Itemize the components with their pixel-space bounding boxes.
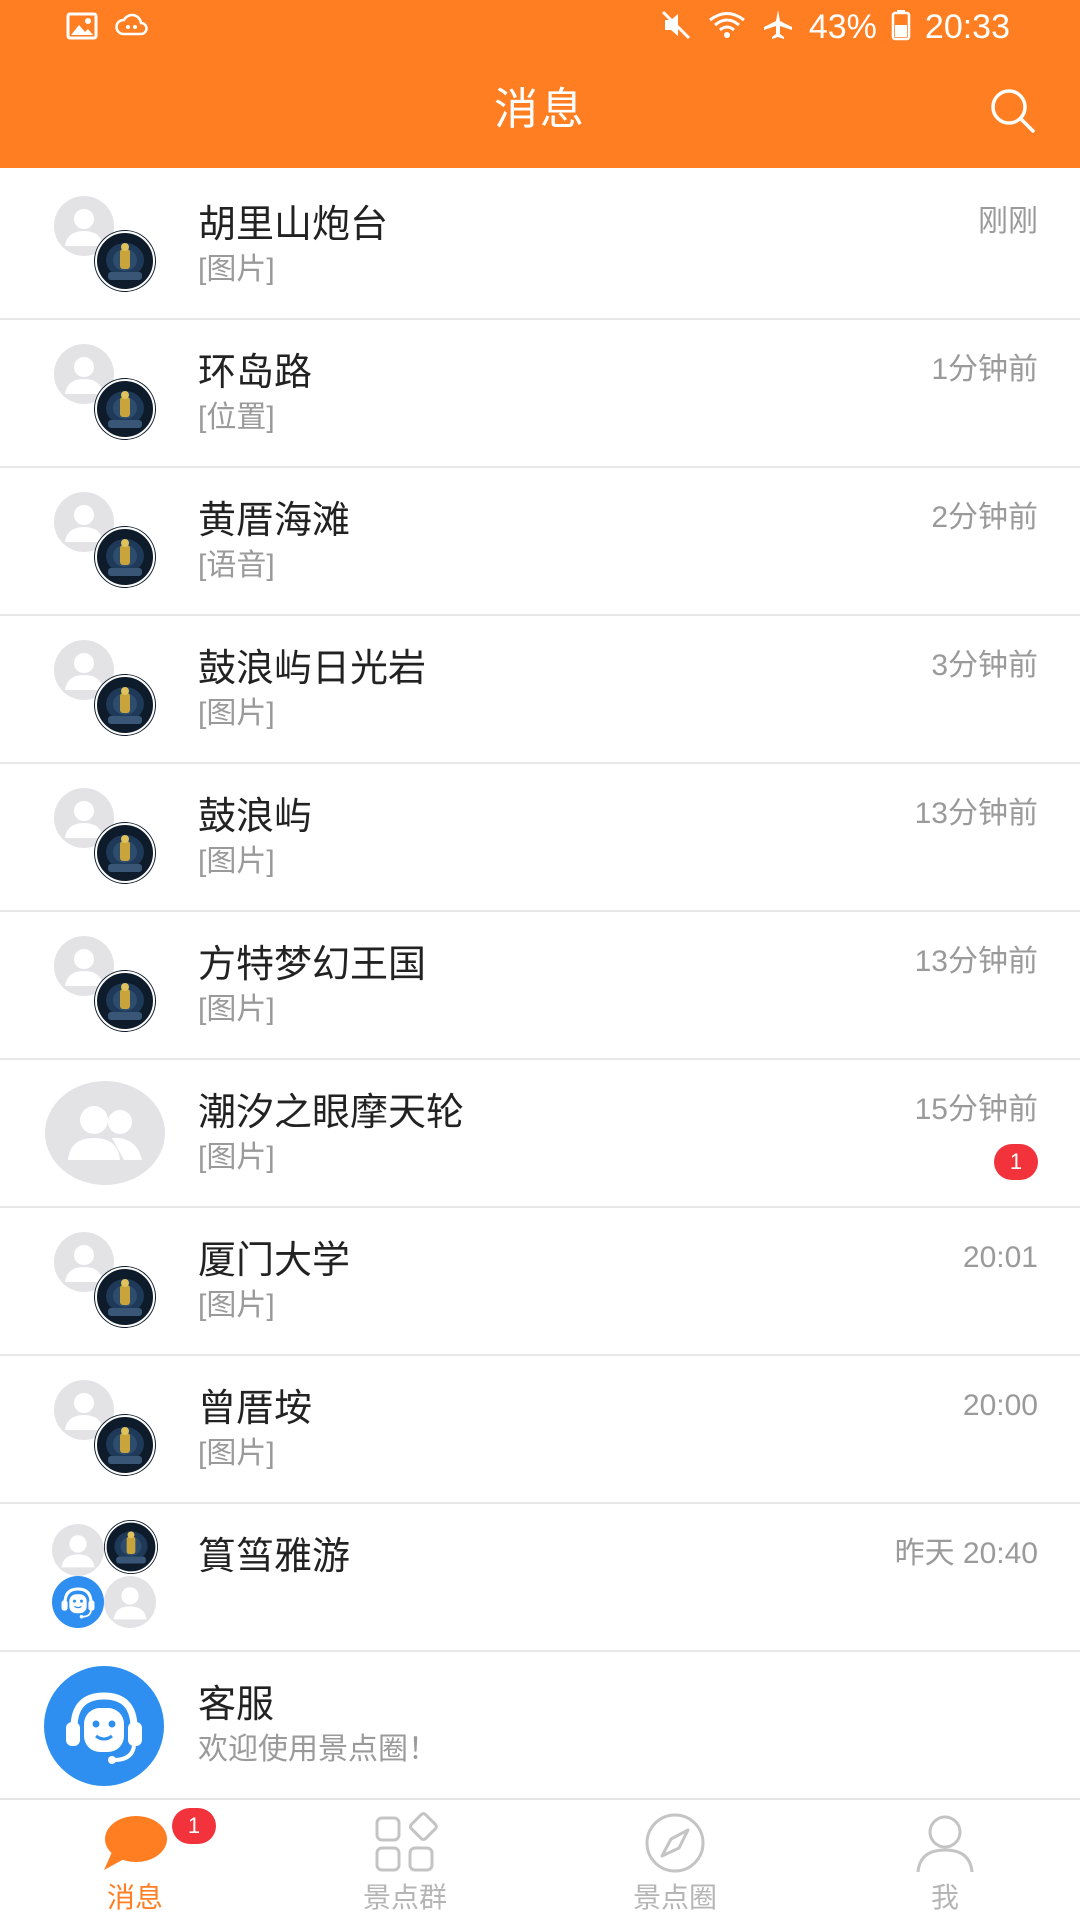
conversation-name: 曾厝垵 <box>198 1388 313 1430</box>
conversation-preview: [图片] <box>198 845 275 878</box>
conversation-preview: [图片] <box>198 253 275 286</box>
conversation-row[interactable]: 曾厝垵 [图片] 20:00 <box>0 1356 1080 1504</box>
conversation-row[interactable]: 客服欢迎使用景点圈！ <box>0 1652 1080 1800</box>
tab-scenic-circle[interactable]: 景点圈 <box>540 1800 810 1920</box>
conversation-time: 13分钟前 <box>914 945 1038 978</box>
battery-icon <box>891 9 911 46</box>
group-avatar <box>54 1380 160 1478</box>
group-avatar <box>54 1232 160 1330</box>
app-header: 43% 20:33 消息 <box>0 0 1080 168</box>
scenic-photo-avatar <box>94 230 156 292</box>
image-icon <box>66 12 98 45</box>
conversation-row[interactable]: 黄厝海滩 [语音] 2分钟前 <box>0 468 1080 616</box>
conversation-row[interactable]: 胡里山炮台 [图片] 刚刚 <box>0 172 1080 320</box>
compass-icon <box>642 1812 708 1878</box>
conversation-time: 3分钟前 <box>931 649 1038 682</box>
status-time: 20:33 <box>924 8 1010 46</box>
battery-percent: 43% <box>808 8 877 46</box>
conversation-row[interactable]: 鼓浪屿日光岩 [图片] 3分钟前 <box>0 616 1080 764</box>
page-title: 消息 <box>494 85 586 134</box>
group-avatar <box>54 492 160 590</box>
airplane-icon <box>761 8 795 47</box>
cloud-sync-icon <box>114 12 150 45</box>
conversation-name: 方特梦幻王国 <box>198 944 427 986</box>
unread-badge: 1 <box>994 1144 1038 1180</box>
group-avatar <box>54 788 160 886</box>
scenic-photo-avatar <box>104 1520 158 1579</box>
conversation-time: 昨天 20:40 <box>894 1537 1038 1570</box>
conversation-preview: [语音] <box>198 549 275 582</box>
tab-scenic-groups[interactable]: 景点群 <box>270 1800 540 1920</box>
scenic-photo-avatar <box>94 674 156 736</box>
tab-label: 景点圈 <box>632 1882 717 1913</box>
scenic-photo-avatar <box>94 526 156 588</box>
conversation-preview: [图片] <box>198 697 275 730</box>
conversation-name: 潮汐之眼摩天轮 <box>198 1092 465 1134</box>
conversation-time: 15分钟前 <box>914 1093 1038 1126</box>
group-default-avatar <box>44 1080 166 1186</box>
headset-icon <box>44 1666 164 1791</box>
group-avatar <box>54 640 160 738</box>
conversation-row[interactable]: 潮汐之眼摩天轮 [图片] 15分钟前 1 <box>0 1060 1080 1208</box>
grid-icon <box>372 1812 438 1878</box>
tab-label: 景点群 <box>362 1882 447 1913</box>
conversation-name: 篔筜雅游 <box>198 1536 351 1578</box>
person-icon <box>912 1812 978 1878</box>
wifi-icon <box>707 9 747 46</box>
conversation-name: 鼓浪屿日光岩 <box>198 648 427 690</box>
conversation-preview: [图片] <box>198 1141 275 1174</box>
scenic-photo-avatar <box>94 1266 156 1328</box>
conversation-time: 2分钟前 <box>931 501 1038 534</box>
conversation-name: 客服 <box>198 1684 275 1726</box>
customer-service-avatar <box>44 1666 166 1786</box>
conversation-name: 黄厝海滩 <box>198 500 351 542</box>
chat-bubble-icon <box>100 1812 170 1878</box>
conversation-row[interactable]: 篔筜雅游 昨天 20:40 <box>0 1504 1080 1652</box>
group-collage-avatar <box>52 1520 160 1632</box>
mute-icon <box>659 8 693 47</box>
bottom-tab-bar: 消息 1 景点群 景点圈 我 <box>0 1798 1080 1920</box>
conversation-preview: [图片] <box>198 993 275 1026</box>
conversation-preview: [图片] <box>198 1289 275 1322</box>
group-avatar <box>54 936 160 1034</box>
tab-label: 我 <box>930 1882 959 1913</box>
conversation-time: 刚刚 <box>978 205 1038 238</box>
conversation-time: 13分钟前 <box>914 797 1038 830</box>
conversation-preview: 欢迎使用景点圈！ <box>198 1733 438 1766</box>
conversation-row[interactable]: 方特梦幻王国 [图片] 13分钟前 <box>0 912 1080 1060</box>
conversation-row[interactable]: 鼓浪屿 [图片] 13分钟前 <box>0 764 1080 912</box>
conversation-preview: [位置] <box>198 401 275 434</box>
conversation-row[interactable]: 环岛路 [位置] 1分钟前 <box>0 320 1080 468</box>
conversation-list: 胡里山炮台 [图片] 刚刚环岛路 [位置] 1分钟前黄厝海滩 [语音] 2分钟前鼓浪屿日光岩… <box>0 172 1080 1800</box>
conversation-row[interactable]: 厦门大学 [图片] 20:01 <box>0 1208 1080 1356</box>
tab-label: 消息 <box>106 1882 163 1913</box>
tab-messages[interactable]: 消息 1 <box>0 1800 270 1920</box>
conversation-time: 20:00 <box>962 1389 1038 1422</box>
status-bar: 43% 20:33 <box>0 0 1080 56</box>
unread-badge: 1 <box>172 1808 216 1844</box>
group-avatar <box>54 344 160 442</box>
conversation-time: 1分钟前 <box>931 353 1038 386</box>
scenic-photo-avatar <box>94 822 156 884</box>
search-icon <box>988 86 1038 141</box>
conversation-preview: [图片] <box>198 1437 275 1470</box>
conversation-time: 20:01 <box>962 1241 1038 1274</box>
conversation-name: 鼓浪屿 <box>198 796 313 838</box>
member-avatar <box>104 1576 156 1633</box>
group-avatar <box>54 196 160 294</box>
scenic-photo-avatar <box>94 1414 156 1476</box>
scenic-photo-avatar <box>94 378 156 440</box>
tab-me[interactable]: 我 <box>810 1800 1080 1920</box>
conversation-name: 厦门大学 <box>198 1240 351 1282</box>
conversation-name: 环岛路 <box>198 352 313 394</box>
search-button[interactable] <box>986 86 1040 140</box>
conversation-name: 胡里山炮台 <box>198 204 389 246</box>
support-avatar <box>52 1576 104 1633</box>
member-avatar <box>52 1524 104 1581</box>
scenic-photo-avatar <box>94 970 156 1032</box>
